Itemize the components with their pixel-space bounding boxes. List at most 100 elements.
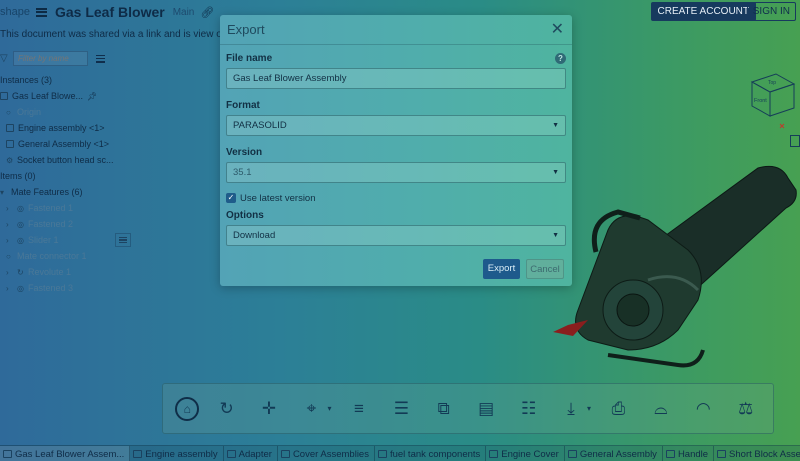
exploded-view-icon[interactable]: ⧉ [429, 394, 459, 424]
origin-icon: ○ [6, 107, 11, 117]
cancel-button[interactable]: Cancel [526, 259, 564, 279]
sign-in-button[interactable]: SIGN IN [746, 2, 796, 21]
use-latest-version-checkbox[interactable]: ✓ [226, 193, 236, 203]
tab-gas-leaf-blower-assembly[interactable]: Gas Leaf Blower Assem... [0, 446, 131, 461]
part-studio-tab-icon [226, 450, 236, 458]
menu-icon[interactable] [35, 7, 47, 17]
branch-label[interactable]: Main [173, 7, 195, 18]
tab-fuel-tank-components[interactable]: fuel tank components [375, 446, 487, 461]
zoom-tool-group: ⌖ ▾ [296, 394, 332, 424]
version-select[interactable]: 35.1 ▼ [226, 162, 566, 183]
rotate-icon[interactable]: ↻ [212, 394, 242, 424]
pan-icon[interactable]: ✛ [254, 394, 284, 424]
chevron-down-icon: ▾ [0, 187, 5, 197]
download-icon[interactable]: ⤓ [556, 394, 586, 424]
filter-icon[interactable]: ▽ [0, 53, 8, 64]
view-only-notice: This document was shared via a link and … [0, 29, 237, 40]
chevron-down-icon: ▼ [552, 122, 559, 129]
export-tool-group: ⤓ ▾ [556, 394, 591, 424]
tab-adapter[interactable]: Adapter [224, 446, 278, 461]
zoom-icon[interactable]: ⌖ [296, 394, 326, 424]
bill-of-materials-icon[interactable]: ☰ [386, 394, 416, 424]
chevron-right-icon: › [6, 235, 9, 245]
version-label: Version [226, 147, 263, 158]
assembly-icon [6, 124, 14, 132]
tree-item-fastened-1[interactable]: › ◎ Fastened 1 [0, 200, 160, 216]
brand-logo: shape [0, 6, 30, 18]
tree-item-fastened-2[interactable]: › ◎ Fastened 2 [0, 216, 160, 232]
tree-item-general-assembly[interactable]: General Assembly <1> [0, 136, 160, 152]
chevron-down-icon[interactable]: ▾ [587, 404, 591, 413]
document-tabs: Gas Leaf Blower Assem... Engine assembly… [0, 445, 800, 461]
configurations-icon[interactable]: ▤ [471, 394, 501, 424]
filter-row: ▽ [0, 51, 105, 66]
chevron-right-icon: › [6, 219, 9, 229]
chevron-right-icon: › [6, 283, 9, 293]
tree-item-socket-button[interactable]: ⚙︎ Socket button head sc... [0, 152, 160, 168]
create-account-button[interactable]: CREATE ACCOUNT [650, 2, 756, 21]
assembly-tab-icon [567, 450, 577, 458]
tab-engine-assembly[interactable]: Engine assembly [130, 446, 224, 461]
view-cube-right-face[interactable] [769, 83, 795, 117]
tab-general-assembly[interactable]: General Assembly [565, 446, 663, 461]
mate-icon: ◎ [17, 203, 24, 213]
properties-icon[interactable]: ☷ [514, 394, 544, 424]
mate-connector-icon: ○ [6, 251, 11, 261]
assembly-tab-icon [3, 450, 12, 458]
export-button[interactable]: Export [483, 259, 520, 279]
view-cube-home-icon[interactable] [790, 135, 800, 147]
tree-item-origin[interactable]: ○ Origin [0, 104, 160, 120]
mate-icon: ◎ [17, 219, 24, 229]
export-dialog-body: File name ? Gas Leaf Blower Assembly For… [220, 45, 572, 246]
use-latest-version-label: Use latest version [240, 192, 316, 204]
tree-item-root[interactable]: Gas Leaf Blowe... 📌︎ [0, 88, 160, 104]
tab-handle[interactable]: Handle [663, 446, 715, 461]
export-dialog: Export ✕ File name ? Gas Leaf Blower Ass… [220, 15, 572, 286]
export-dialog-footer: Export Cancel [483, 259, 564, 279]
tree-section-items[interactable]: Items (0) [0, 168, 160, 184]
dialog-title: Export [227, 22, 265, 37]
view-cube[interactable]: Top Front [748, 72, 798, 132]
link-icon[interactable]: 🔗︎ [200, 6, 214, 19]
filter-input[interactable] [13, 51, 88, 66]
help-icon[interactable]: ? [555, 53, 566, 64]
assembly-tab-icon [133, 450, 143, 458]
tab-engine-cover[interactable]: Engine Cover [486, 446, 565, 461]
file-name-input[interactable]: Gas Leaf Blower Assembly [226, 68, 566, 89]
chevron-down-icon[interactable]: ▾ [327, 404, 331, 413]
export-dialog-header: Export ✕ [220, 15, 572, 45]
chevron-right-icon: › [6, 203, 9, 213]
tree-item-revolute-1[interactable]: › ↻ Revolute 1 [0, 264, 160, 280]
part-studio-tab-icon [377, 450, 387, 458]
document-title: Gas Leaf Blower [54, 4, 165, 20]
list-view-icon[interactable] [96, 54, 105, 63]
home-view-icon[interactable]: ⌂ [175, 396, 200, 421]
tree-section-mate-features[interactable]: ▾ Mate Features (6) [0, 184, 160, 200]
format-select[interactable]: PARASOLID ▼ [226, 115, 566, 136]
tab-short-block-assembly[interactable]: Short Block Assembly [714, 446, 800, 461]
leaf-blower-model[interactable] [548, 160, 800, 385]
tree-item-mate-connector[interactable]: ○ Mate connector 1 [0, 248, 160, 264]
view-cube-front-label: Front [754, 98, 767, 104]
tree-section-instances[interactable]: Instances (3) [0, 72, 160, 88]
file-name-label: File name ? [226, 52, 566, 65]
use-latest-version-row[interactable]: ✓ Use latest version [226, 192, 566, 204]
side-list-button[interactable] [115, 233, 131, 247]
tab-cover-assemblies[interactable]: Cover Assemblies [278, 446, 375, 461]
format-label: Format [226, 100, 260, 111]
part-studio-tab-icon [665, 450, 675, 458]
tree-item-fastened-3[interactable]: › ◎ Fastened 3 [0, 280, 160, 296]
chevron-right-icon: › [6, 267, 9, 277]
folder-tab-icon [280, 450, 290, 458]
close-icon[interactable]: ✕ [551, 21, 564, 38]
mass-properties-icon[interactable]: ⚖ [731, 394, 761, 424]
gauge-icon[interactable]: ◠ [688, 394, 718, 424]
blower-frame [607, 349, 705, 368]
blower-fan-hub [616, 293, 650, 327]
options-select[interactable]: Download ▼ [226, 225, 566, 246]
section-view-icon[interactable]: ≡ [344, 394, 374, 424]
print-icon[interactable]: ⎙ [603, 394, 633, 424]
tree-item-slider-1[interactable]: › ◎ Slider 1 [0, 232, 160, 248]
tree-item-engine-assembly[interactable]: Engine assembly <1> [0, 120, 160, 136]
measure-icon[interactable]: ⌓ [646, 394, 676, 424]
